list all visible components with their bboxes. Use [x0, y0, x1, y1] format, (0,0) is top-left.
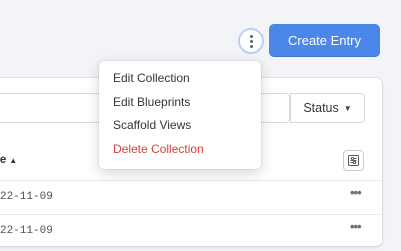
status-filter-button[interactable]: Status ▼ [290, 93, 365, 123]
menu-item-delete-collection[interactable]: Delete Collection [99, 138, 261, 162]
kebab-vertical-icon [249, 34, 253, 38]
create-entry-button[interactable]: Create Entry [269, 24, 380, 57]
status-filter-label: Status [303, 101, 339, 115]
column-settings-button[interactable] [343, 150, 364, 171]
sliders-icon [348, 155, 359, 166]
table-row[interactable]: 22-11-09 ••• [0, 214, 382, 248]
ellipsis-icon[interactable]: ••• [350, 219, 362, 234]
more-actions-button[interactable] [238, 28, 264, 54]
row-date: 22-11-09 [0, 225, 53, 237]
table-row[interactable]: 22-11-09 ••• [0, 180, 382, 214]
collection-actions-menu: Edit Collection Edit Blueprints Scaffold… [99, 61, 261, 169]
column-header-date[interactable]: te ▲ [0, 154, 17, 166]
menu-item-scaffold-views[interactable]: Scaffold Views [99, 114, 261, 138]
caret-up-icon: ▲ [9, 155, 18, 165]
column-header-label: te [0, 154, 7, 166]
menu-item-edit-collection[interactable]: Edit Collection [99, 67, 261, 91]
ellipsis-icon[interactable]: ••• [350, 185, 362, 200]
menu-item-edit-blueprints[interactable]: Edit Blueprints [99, 91, 261, 115]
chevron-down-icon: ▼ [343, 103, 352, 113]
row-date: 22-11-09 [0, 191, 53, 203]
